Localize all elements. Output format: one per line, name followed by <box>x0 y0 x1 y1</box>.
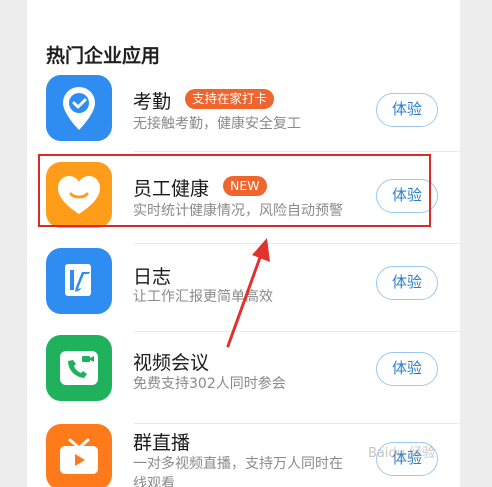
location-check-icon <box>46 75 112 141</box>
try-button[interactable]: 体验 <box>376 266 438 300</box>
try-button[interactable]: 体验 <box>376 93 438 127</box>
app-description-line-1: 一对多视频直播，支持万人同时在 <box>133 456 343 472</box>
app-row-attendance[interactable]: 考勤 支持在家打卡 无接触考勤，健康安全复工 体验 <box>27 60 460 152</box>
promo-badge: 支持在家打卡 <box>185 89 275 109</box>
app-row-log[interactable]: 日志 让工作汇报更简单高效 体验 <box>27 240 460 332</box>
app-name: 视频会议 <box>133 352 210 374</box>
video-call-icon <box>46 335 112 401</box>
app-row-video-meeting[interactable]: 视频会议 免费支持302人同时参会 体验 <box>27 332 460 424</box>
watermark: Baidu 经验 <box>368 446 436 461</box>
app-description-line-2: 线观看 <box>133 476 175 487</box>
enterprise-apps-panel: 热门企业应用 考勤 支持在家打卡 无接触考勤，健康安全复工 体验 员工健康 NE… <box>27 0 460 487</box>
app-description: 让工作汇报更简单高效 <box>133 289 273 305</box>
try-button[interactable]: 体验 <box>376 352 438 386</box>
tv-live-icon <box>46 424 112 487</box>
log-edit-icon <box>46 248 112 314</box>
annotation-highlight-box <box>38 154 431 227</box>
app-name: 群直播 <box>133 432 191 454</box>
app-description: 无接触考勤，健康安全复工 <box>133 116 301 132</box>
app-name: 日志 <box>133 266 172 288</box>
app-description: 免费支持302人同时参会 <box>133 376 286 392</box>
app-name: 考勤 <box>133 91 172 113</box>
